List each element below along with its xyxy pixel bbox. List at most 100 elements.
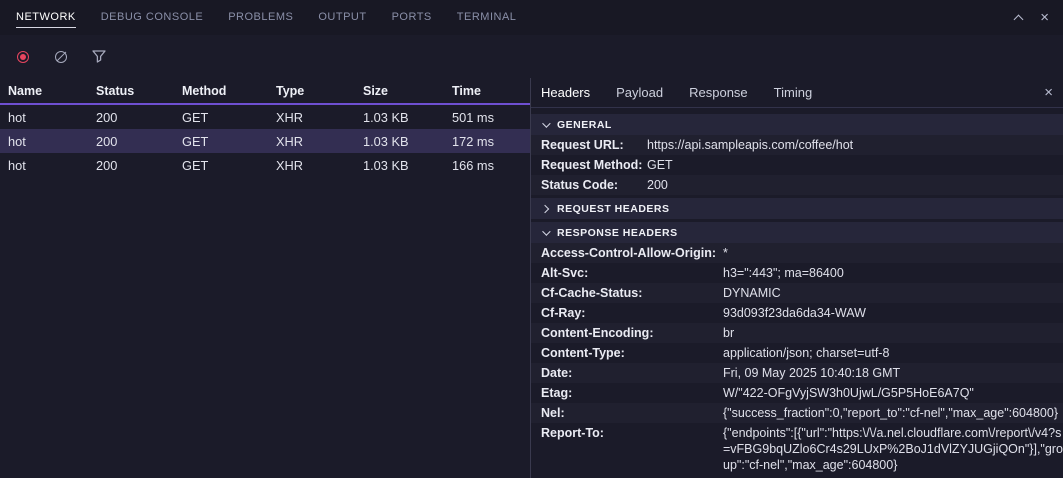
header-row: Content-Type: application/json; charset=… [531,343,1063,363]
section-response-headers: RESPONSE HEADERS Access-Control-Allow-Or… [531,222,1063,475]
header-value: 93d093f23da6da34-WAW [723,305,1063,321]
cell-method: GET [174,134,268,149]
cell-method: GET [174,158,268,173]
panel-tab-bar: NETWORK DEBUG CONSOLE PROBLEMS OUTPUT PO… [0,0,1063,35]
header-key: Etag: [541,385,723,401]
details-tab-bar: Headers Payload Response Timing × [531,78,1063,108]
header-row: Request Method: GET [531,155,1063,175]
section-request-headers-header[interactable]: REQUEST HEADERS [531,198,1063,219]
header-key: Date: [541,365,723,381]
panel-tabs: NETWORK DEBUG CONSOLE PROBLEMS OUTPUT PO… [16,0,516,35]
section-response-headers-header[interactable]: RESPONSE HEADERS [531,222,1063,243]
cell-type: XHR [268,110,355,125]
cell-method: GET [174,110,268,125]
header-value: 200 [647,177,1063,193]
close-details-icon[interactable]: × [1044,85,1053,100]
chevron-down-icon [542,227,550,235]
filter-button[interactable] [90,48,108,66]
column-header-name[interactable]: Name [0,84,88,98]
table-header-row: Name Status Method Type Size Time [0,78,530,105]
column-header-method[interactable]: Method [174,84,268,98]
column-header-status[interactable]: Status [88,84,174,98]
general-entries: Request URL: https://api.sampleapis.com/… [531,135,1063,195]
chevron-down-icon [542,119,550,127]
header-key: Alt-Svc: [541,265,723,281]
tab-response[interactable]: Response [689,85,748,100]
cell-size: 1.03 KB [355,134,444,149]
header-row: Etag: W/"422-OFgVyjSW3h0UjwL/G5P5HoE6A7Q… [531,383,1063,403]
header-row: Nel: {"success_fraction":0,"report_to":"… [531,403,1063,423]
header-value: Fri, 09 May 2025 10:40:18 GMT [723,365,1063,381]
panel-content: Name Status Method Type Size Time hot 20… [0,78,1063,478]
table-row[interactable]: hot 200 GET XHR 1.03 KB 501 ms [0,105,530,129]
header-value: * [723,245,1063,261]
table-row-selected[interactable]: hot 200 GET XHR 1.03 KB 172 ms [0,129,530,153]
clear-button[interactable] [52,48,70,66]
filter-icon [92,50,106,63]
header-key: Request Method: [541,157,647,173]
tab-debug-console[interactable]: DEBUG CONSOLE [101,8,203,28]
tab-terminal[interactable]: TERMINAL [457,8,517,28]
network-devtools-panel: NETWORK DEBUG CONSOLE PROBLEMS OUTPUT PO… [0,0,1063,478]
close-panel-icon[interactable]: × [1040,10,1049,25]
column-header-size[interactable]: Size [355,84,444,98]
header-row: Report-To: {"endpoints":[{"url":"https:\… [531,423,1063,475]
tab-headers[interactable]: Headers [541,85,590,100]
column-header-type[interactable]: Type [268,84,355,98]
header-value: DYNAMIC [723,285,1063,301]
header-row: Request URL: https://api.sampleapis.com/… [531,135,1063,155]
record-button[interactable] [14,48,32,66]
header-value: https://api.sampleapis.com/coffee/hot [647,137,1063,153]
cell-time: 166 ms [444,158,530,173]
header-row: Date: Fri, 09 May 2025 10:40:18 GMT [531,363,1063,383]
chevron-up-icon[interactable] [1015,13,1022,23]
cell-time: 501 ms [444,110,530,125]
response-entries: Access-Control-Allow-Origin: * Alt-Svc: … [531,243,1063,475]
header-value: br [723,325,1063,341]
cell-size: 1.03 KB [355,110,444,125]
section-title: REQUEST HEADERS [557,203,670,215]
header-row: Cf-Ray: 93d093f23da6da34-WAW [531,303,1063,323]
table-row[interactable]: hot 200 GET XHR 1.03 KB 166 ms [0,153,530,177]
details-body: GENERAL Request URL: https://api.samplea… [531,108,1063,478]
cell-name: hot [0,110,88,125]
header-key: Request URL: [541,137,647,153]
section-general-header[interactable]: GENERAL [531,114,1063,135]
cell-name: hot [0,158,88,173]
header-value: {"success_fraction":0,"report_to":"cf-ne… [723,405,1063,421]
section-title: GENERAL [557,119,612,131]
network-toolbar [0,35,1063,78]
cell-type: XHR [268,158,355,173]
header-value: h3=":443"; ma=86400 [723,265,1063,281]
header-row: Alt-Svc: h3=":443"; ma=86400 [531,263,1063,283]
header-row: Access-Control-Allow-Origin: * [531,243,1063,263]
section-general: GENERAL Request URL: https://api.samplea… [531,114,1063,195]
header-row: Content-Encoding: br [531,323,1063,343]
cell-status: 200 [88,158,174,173]
header-key: Access-Control-Allow-Origin: [541,245,723,261]
header-key: Cf-Ray: [541,305,723,321]
tab-network[interactable]: NETWORK [16,8,76,28]
header-value: {"endpoints":[{"url":"https:\/\/a.nel.cl… [723,425,1063,473]
tab-payload[interactable]: Payload [616,85,663,100]
chevron-up-glyph [1014,14,1024,24]
header-key: Content-Encoding: [541,325,723,341]
tab-problems[interactable]: PROBLEMS [228,8,293,28]
chevron-right-icon [541,204,549,212]
tab-output[interactable]: OUTPUT [318,8,366,28]
header-row: Status Code: 200 [531,175,1063,195]
cell-size: 1.03 KB [355,158,444,173]
header-key: Cf-Cache-Status: [541,285,723,301]
request-details-panel: Headers Payload Response Timing × GENERA… [531,78,1063,478]
clear-icon [55,51,67,63]
tab-timing[interactable]: Timing [774,85,813,100]
header-value: W/"422-OFgVyjSW3h0UjwL/G5P5HoE6A7Q" [723,385,1063,401]
record-icon [17,51,29,63]
section-request-headers: REQUEST HEADERS [531,198,1063,219]
tab-ports[interactable]: PORTS [392,8,432,28]
section-title: RESPONSE HEADERS [557,227,678,239]
header-key: Content-Type: [541,345,723,361]
column-header-time[interactable]: Time [444,84,530,98]
requests-table: Name Status Method Type Size Time hot 20… [0,78,531,478]
cell-type: XHR [268,134,355,149]
